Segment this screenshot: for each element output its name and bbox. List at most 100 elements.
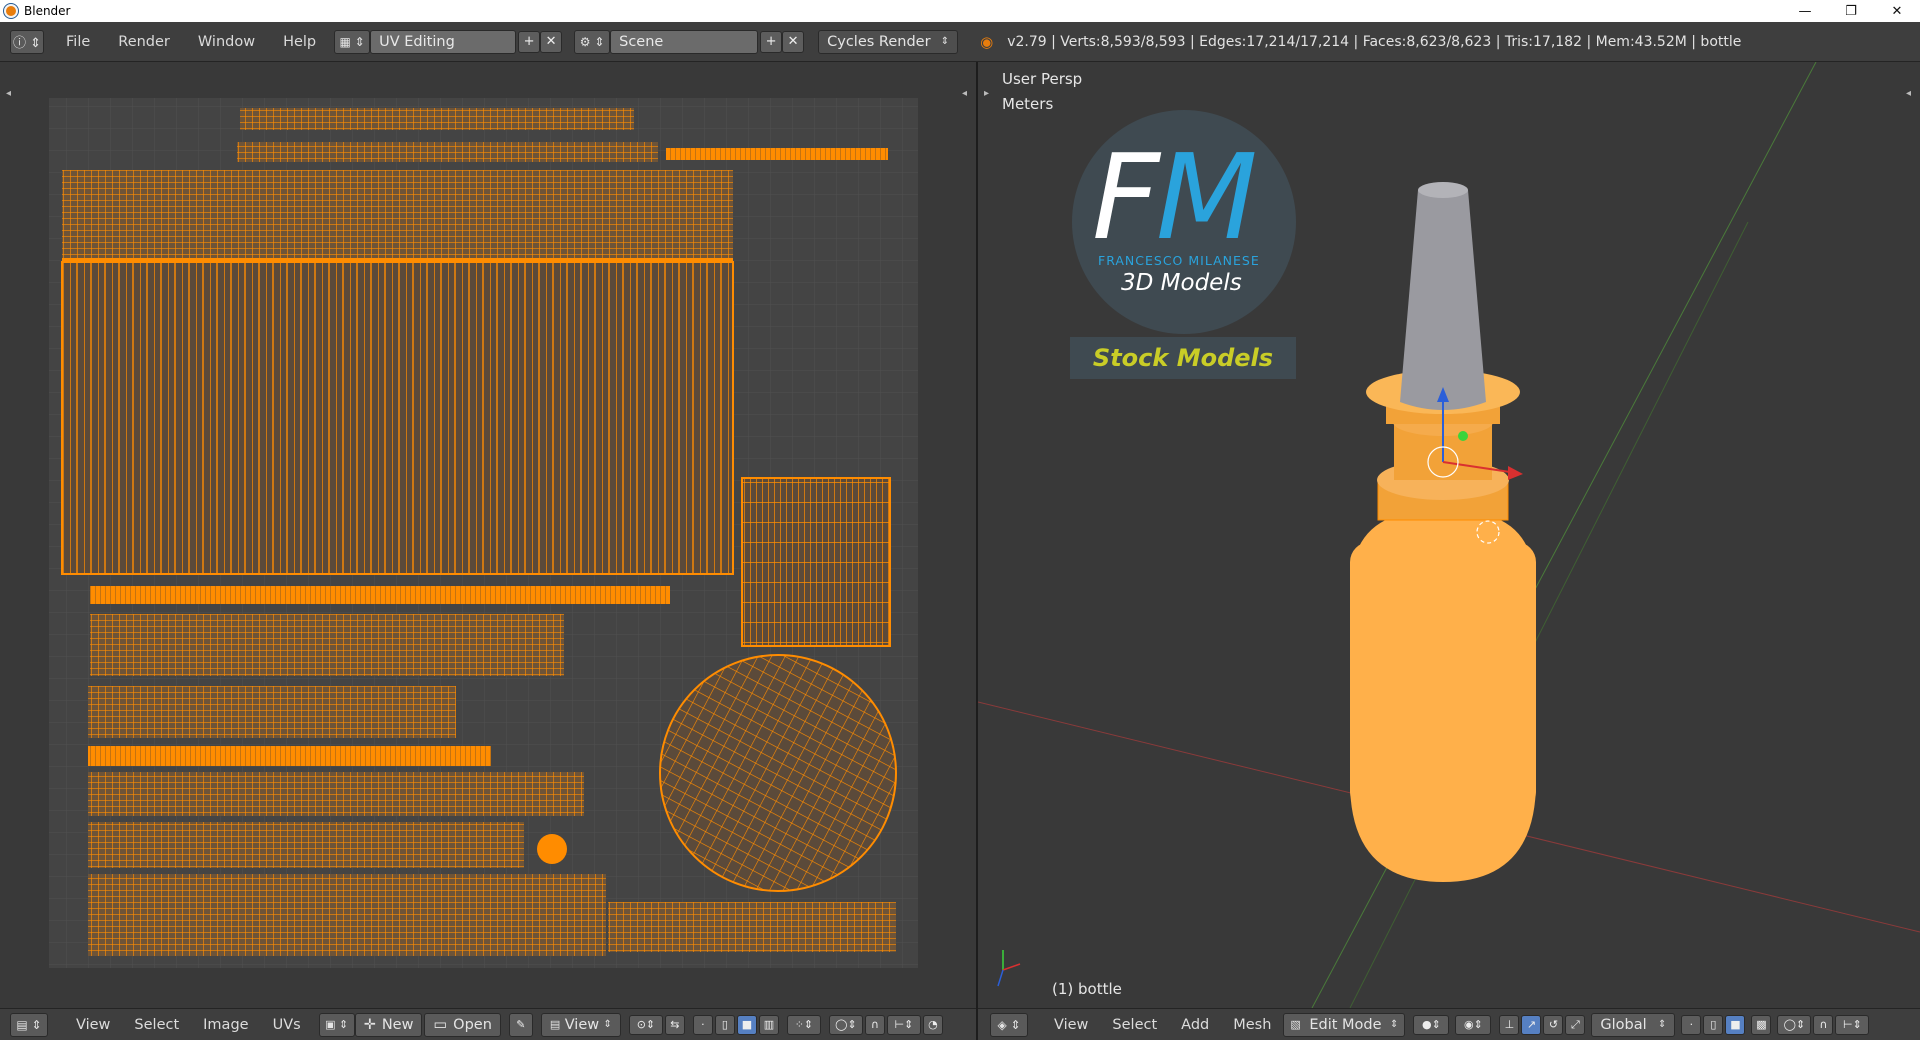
snap-element-icon[interactable]: ⊢⇕	[1835, 1014, 1870, 1035]
pin-icon[interactable]: ✎	[508, 1012, 533, 1037]
render-engine-label: Cycles Render	[827, 33, 931, 50]
sync-selection-icon[interactable]: ⇆	[664, 1014, 685, 1035]
snap-icon[interactable]: ∩	[864, 1014, 885, 1035]
uv-image-editor[interactable]: ◂ ◂	[0, 62, 976, 1008]
add-layout-icon[interactable]: +	[518, 30, 541, 53]
edge-select-icon[interactable]: ▯	[1703, 1014, 1724, 1035]
uv-island[interactable]	[90, 614, 564, 676]
sticky-mode-icon[interactable]: ⁘⇕	[786, 1014, 821, 1035]
menu-render[interactable]: Render	[104, 34, 184, 50]
uv-menu-view[interactable]: View	[64, 1017, 122, 1033]
vertex-select-icon[interactable]: ·	[692, 1014, 713, 1035]
dropdown-arrows-icon: ⇕	[940, 36, 950, 47]
screen-layout-button[interactable]: ▦ ⇕	[334, 29, 371, 54]
orientation-label: Global	[1600, 1016, 1647, 1033]
mode-dropdown[interactable]: ▧ Edit Mode ⇕	[1283, 1012, 1406, 1037]
uv-island[interactable]	[90, 586, 670, 604]
edge-select-icon[interactable]: ▯	[714, 1014, 735, 1035]
new-image-label: New	[381, 1016, 414, 1033]
window-title: Blender	[24, 4, 71, 18]
left-panel-toggle-icon[interactable]: ◂	[6, 88, 11, 99]
uv-island[interactable]	[88, 874, 606, 956]
pivot-point-icon[interactable]: ◉⇕	[1455, 1014, 1492, 1035]
uv-menu-image[interactable]: Image	[191, 1017, 260, 1033]
image-browse-icon: ▣ ⇕	[325, 1018, 349, 1031]
remove-layout-icon[interactable]: ✕	[540, 30, 563, 53]
bottle-shoulder[interactable]	[1350, 516, 1536, 592]
uv-island[interactable]	[88, 772, 584, 816]
uv-island[interactable]	[608, 902, 896, 952]
snap-element-icon[interactable]: ⊢⇕	[886, 1014, 921, 1035]
open-image-button[interactable]: ▭ Open	[424, 1012, 501, 1037]
proportional-edit-icon[interactable]: ◯⇕	[828, 1014, 863, 1035]
face-select-icon[interactable]: ■	[736, 1014, 757, 1035]
uv-island-dot[interactable]	[537, 834, 567, 864]
info-header: ⓘ ⇕ File Render Window Help ▦ ⇕ UV Editi…	[0, 22, 1920, 62]
viewport-menu-select[interactable]: Select	[1100, 1017, 1169, 1033]
proportional-edit-icon[interactable]: ◯⇕	[1777, 1014, 1812, 1035]
layout-grid-icon: ▦ ⇕	[339, 34, 365, 49]
axis-mini-z	[997, 969, 1004, 987]
vertex-select-icon[interactable]: ·	[1681, 1014, 1702, 1035]
occlude-geometry-icon[interactable]: ▩	[1751, 1014, 1772, 1035]
uv-canvas[interactable]: ◂ ◂	[0, 62, 976, 1008]
stock-models-badge: Stock Models	[1070, 337, 1296, 379]
uv-island[interactable]	[61, 261, 734, 575]
uv-island[interactable]	[240, 108, 634, 130]
rotate-manipulator-icon[interactable]: ↺	[1543, 1014, 1564, 1035]
scene-selector-button[interactable]: ⚙ ⇕	[574, 29, 611, 54]
tool-shelf-toggle-icon[interactable]: ▸	[984, 88, 989, 99]
nozzle-tip[interactable]	[1400, 190, 1486, 410]
editor-type-3d-button[interactable]: ◈ ⇕	[990, 1012, 1028, 1037]
viewport-menu-mesh[interactable]: Mesh	[1221, 1017, 1283, 1033]
manipulator-toggle-icon[interactable]: ⊥	[1499, 1014, 1520, 1035]
uv-island[interactable]	[88, 686, 456, 738]
x-gizmo-head-icon[interactable]	[1508, 466, 1523, 480]
menu-file[interactable]: File	[52, 34, 104, 50]
uv-island[interactable]	[741, 477, 891, 647]
menu-window[interactable]: Window	[184, 34, 269, 50]
info-icon: ⓘ ⇕	[12, 36, 42, 51]
uv-island-disc[interactable]	[659, 654, 897, 892]
editor-type-info-button[interactable]: ⓘ ⇕	[10, 29, 44, 54]
editor-type-uv-button[interactable]: ▤ ⇕	[10, 1012, 48, 1037]
add-scene-icon[interactable]: +	[760, 30, 783, 53]
face-select-icon[interactable]: ■	[1725, 1014, 1746, 1035]
layout-name-field[interactable]: UV Editing	[370, 29, 517, 54]
scene-icon: ⚙ ⇕	[579, 34, 605, 49]
uv-island[interactable]	[666, 148, 888, 160]
render-engine-dropdown[interactable]: Cycles Render ⇕	[818, 29, 959, 54]
uv-island[interactable]	[88, 746, 491, 766]
viewport-shading-icon[interactable]: ●⇕	[1413, 1014, 1450, 1035]
uv-island[interactable]	[88, 822, 524, 868]
snap-icon[interactable]: ∩	[1813, 1014, 1834, 1035]
minimize-button[interactable]: —	[1782, 0, 1828, 22]
image-browse-button[interactable]: ▣ ⇕	[318, 1012, 355, 1037]
properties-toggle-icon[interactable]: ◂	[1906, 88, 1911, 99]
y-gizmo-head-icon[interactable]	[1458, 431, 1468, 441]
open-image-label: Open	[453, 1016, 492, 1033]
uv-island[interactable]	[237, 142, 658, 162]
scale-manipulator-icon[interactable]: ⤢	[1565, 1014, 1586, 1035]
viewport-menu-add[interactable]: Add	[1169, 1017, 1221, 1033]
orientation-dropdown[interactable]: Global ⇕	[1591, 1012, 1676, 1037]
viewport-header: ◈ ⇕ View Select Add Mesh ▧ Edit Mode ⇕ ●…	[978, 1008, 1920, 1040]
uv-menu-select[interactable]: Select	[122, 1017, 191, 1033]
island-select-icon[interactable]: ▥	[758, 1014, 779, 1035]
remove-scene-icon[interactable]: ✕	[782, 30, 805, 53]
translate-manipulator-icon[interactable]: ↗	[1521, 1014, 1542, 1035]
scene-name-field[interactable]: Scene	[610, 29, 759, 54]
render-slot-icon[interactable]: ◔	[922, 1014, 943, 1035]
bottle-base[interactable]	[1350, 782, 1536, 882]
pivot-icon[interactable]: ⊙⇕	[628, 1014, 663, 1035]
new-image-button[interactable]: ✛ New	[354, 1012, 423, 1037]
menu-help[interactable]: Help	[269, 34, 330, 50]
uv-menu-uvs[interactable]: UVs	[261, 1017, 313, 1033]
view-mode-icon: ▤	[549, 1018, 561, 1031]
close-button[interactable]: ✕	[1874, 0, 1920, 22]
scene-statistics: v2.79 | Verts:8,593/8,593 | Edges:17,214…	[1007, 33, 1742, 50]
view-mode-dropdown[interactable]: ▤ View ⇕	[540, 1012, 621, 1037]
right-panel-toggle-icon[interactable]: ◂	[962, 88, 967, 99]
viewport-menu-view[interactable]: View	[1042, 1017, 1100, 1033]
maximize-button[interactable]: ❐	[1828, 0, 1874, 22]
